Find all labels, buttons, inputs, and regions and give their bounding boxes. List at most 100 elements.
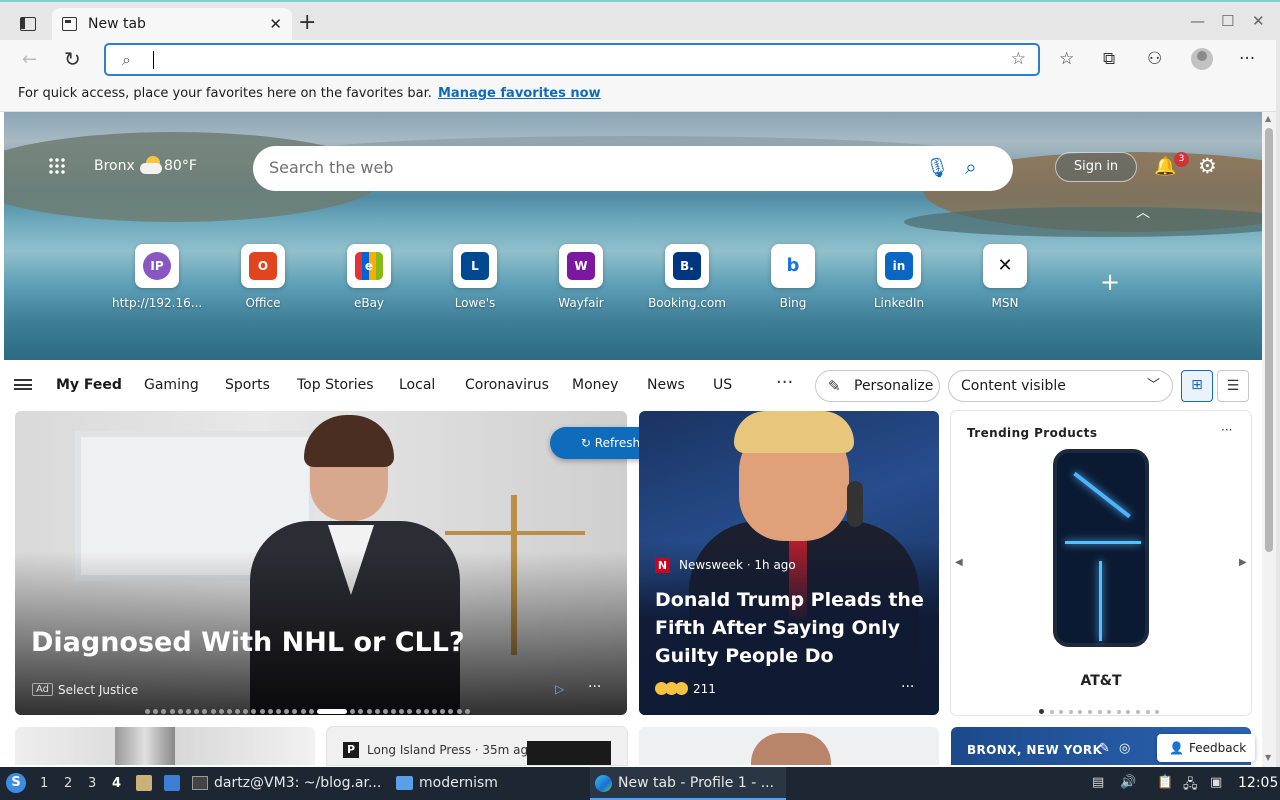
scroll-up-arrow-icon[interactable]: ▲	[1265, 114, 1271, 123]
notification-count-badge: 3	[1174, 152, 1189, 167]
more-categories-icon[interactable]: ···	[776, 372, 793, 393]
window-border	[1276, 40, 1280, 767]
quick-link-msn[interactable]: ✕ MSN	[960, 244, 1050, 310]
nav-news[interactable]: News	[647, 377, 685, 393]
card-more-options-icon[interactable]: ···	[1221, 423, 1232, 437]
network-icon[interactable]: 🖧	[1183, 775, 1198, 797]
collections-icon[interactable]: ⧉	[1103, 49, 1115, 69]
quick-link-ebay[interactable]: e eBay	[324, 244, 414, 310]
quick-link-lowes[interactable]: L Lowe's	[430, 244, 520, 310]
workspace-3[interactable]: 3	[88, 776, 96, 791]
page-scrollbar[interactable]: ▲ ▼	[1262, 112, 1276, 767]
app-launcher-icon[interactable]	[48, 157, 66, 175]
page-settings-gear-icon[interactable]: ⚙	[1198, 154, 1217, 178]
quick-link-ip[interactable]: IP http://192.16...	[112, 244, 202, 310]
weather-temperature[interactable]: 80°F	[164, 158, 197, 174]
nav-money[interactable]: Money	[572, 377, 618, 393]
card-more-options-icon[interactable]: ···	[588, 679, 601, 695]
nav-top-stories[interactable]: Top Stories	[297, 377, 374, 393]
quick-link-wayfair[interactable]: W Wayfair	[536, 244, 626, 310]
tray-storage-icon[interactable]: ▤	[1092, 775, 1104, 790]
card-more-options-icon[interactable]: ···	[901, 679, 914, 695]
taskbar-terminal[interactable]: dartz@VM3: ~/blog.ar...	[192, 767, 388, 800]
smartphone-product-image[interactable]	[1053, 449, 1149, 647]
nav-sports[interactable]: Sports	[225, 377, 270, 393]
add-favorite-star-icon[interactable]: ☆	[1011, 49, 1026, 69]
start-menu-logo-icon[interactable]: S	[6, 773, 26, 793]
ad-source: Select Justice	[58, 683, 139, 697]
microphone-icon[interactable]: 🎙	[925, 156, 949, 179]
settings-menu-icon[interactable]: ···	[1239, 49, 1255, 69]
nav-local[interactable]: Local	[399, 377, 435, 393]
maximize-button[interactable]: ☐	[1221, 12, 1234, 30]
feed-menu-hamburger-icon[interactable]	[14, 379, 32, 390]
feedback-button[interactable]: 👤 Feedback	[1157, 734, 1255, 762]
edit-location-pencil-icon[interactable]: ✎	[1099, 741, 1110, 756]
carousel-previous-icon[interactable]: ◀	[955, 557, 963, 568]
back-arrow-icon[interactable]: ←	[22, 49, 37, 70]
personalize-button[interactable]: ✎ Personalize	[815, 370, 940, 402]
address-bar[interactable]: ⌕ ☆	[104, 43, 1040, 76]
quick-link-label: Lowe's	[454, 296, 496, 310]
story-card-peek[interactable]	[639, 727, 939, 765]
tab-close-icon[interactable]: ✕	[269, 15, 282, 33]
carousel-next-icon[interactable]: ▶	[1239, 557, 1247, 568]
nav-gaming[interactable]: Gaming	[144, 377, 199, 393]
list-view-icon[interactable]: ☰	[1217, 370, 1249, 402]
add-quick-link-plus-icon[interactable]: +	[1100, 268, 1120, 296]
story-card-peek[interactable]	[15, 727, 315, 765]
quick-link-office[interactable]: O Office	[218, 244, 308, 310]
new-tab-button[interactable]: +	[298, 12, 316, 34]
sign-in-button[interactable]: Sign in	[1055, 152, 1137, 182]
tab-new-tab[interactable]: New tab ✕	[52, 8, 292, 42]
taskbar-browser[interactable]: New tab - Profile 1 - ...	[590, 767, 786, 800]
trending-products-card[interactable]: Trending Products ··· ◀ ▶ AT&T	[951, 411, 1251, 715]
favorites-icon[interactable]: ☆	[1059, 49, 1074, 69]
updates-icon[interactable]: ▣	[1210, 775, 1222, 790]
ad-headline[interactable]: Diagnosed With NHL or CLL?	[31, 627, 465, 658]
nav-coronavirus[interactable]: Coronavirus	[465, 377, 549, 393]
long-island-press-logo-icon: P	[343, 742, 359, 758]
workspace-2[interactable]: 2	[64, 776, 72, 791]
wayfair-logo-icon: W	[567, 252, 595, 280]
reload-icon[interactable]: ↻	[64, 47, 81, 71]
minimize-button[interactable]: —	[1190, 12, 1205, 30]
news-headline[interactable]: Donald Trump Pleads the Fifth After Sayi…	[655, 586, 925, 670]
story-card-peek[interactable]: P Long Island Press · 35m ag	[327, 727, 627, 765]
ad-badge: Ad	[32, 683, 54, 696]
quick-link-bing[interactable]: b Bing	[748, 244, 838, 310]
chevron-down-icon: ﹀	[1146, 378, 1160, 393]
weather-location[interactable]: Bronx	[94, 158, 135, 174]
volume-icon[interactable]: 🔊	[1120, 775, 1136, 790]
scroll-down-arrow-icon[interactable]: ▼	[1265, 753, 1271, 762]
profile-avatar[interactable]	[1191, 48, 1213, 70]
workspace-1[interactable]: 1	[40, 776, 48, 791]
collapse-chevron-up-icon[interactable]: ︿	[1136, 202, 1150, 222]
news-card[interactable]: N Newsweek · 1h ago Donald Trump Pleads …	[639, 411, 939, 715]
tab-actions-icon[interactable]	[20, 17, 36, 31]
grid-view-icon[interactable]: ⊞	[1181, 370, 1213, 402]
news-source: Newsweek · 1h ago	[679, 558, 796, 572]
weather-partly-cloudy-icon[interactable]	[140, 156, 162, 174]
weather-settings-icon[interactable]: ◎	[1119, 741, 1130, 756]
show-desktop-icon[interactable]	[164, 775, 180, 791]
file-manager-icon[interactable]	[136, 775, 152, 791]
extensions-icon[interactable]: ⚇	[1147, 49, 1162, 69]
search-icon[interactable]: ⌕	[965, 155, 977, 180]
manage-favorites-link[interactable]: Manage favorites now	[438, 86, 601, 101]
ad-choices-icon[interactable]: ▷	[555, 682, 564, 696]
tab-title: New tab	[88, 16, 146, 32]
reactions[interactable]: 211	[655, 681, 716, 696]
quick-link-booking[interactable]: B. Booking.com	[642, 244, 732, 310]
ad-card[interactable]: Diagnosed With NHL or CLL? Ad Select Jus…	[15, 411, 627, 715]
web-search-box[interactable]: Search the web 🎙 ⌕	[253, 146, 1013, 191]
taskbar-folder[interactable]: modernism	[396, 767, 586, 800]
content-visibility-dropdown[interactable]: Content visible ﹀	[948, 370, 1173, 402]
quick-link-linkedin[interactable]: in LinkedIn	[854, 244, 944, 310]
nav-us[interactable]: US	[713, 377, 732, 393]
scrollbar-thumb[interactable]	[1265, 128, 1273, 552]
nav-my-feed[interactable]: My Feed	[56, 377, 122, 393]
clipboard-icon[interactable]: 📋	[1157, 775, 1173, 790]
workspace-4[interactable]: 4	[112, 776, 121, 791]
close-window-button[interactable]: ✕	[1252, 12, 1265, 30]
